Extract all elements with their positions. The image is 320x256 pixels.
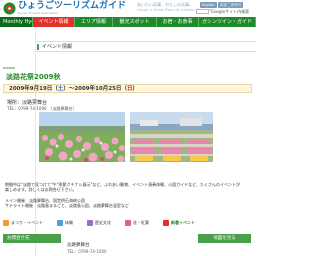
search-input[interactable]: [196, 9, 209, 14]
tag-new-event[interactable]: 新着イベント: [163, 220, 195, 226]
date-middle: ）～2009年10月25日（: [63, 86, 127, 92]
event-photo-flower-field: [39, 112, 125, 162]
site-logo-icon[interactable]: [3, 2, 16, 15]
tag-label: 歴史文化: [95, 220, 111, 225]
contact-tel: TEL：0799-74-1000: [67, 249, 107, 254]
section-title: イベント情報: [42, 44, 73, 50]
tag-label: まつり・イベント: [11, 220, 43, 225]
lang-button-chinese[interactable]: 中文: [218, 2, 229, 8]
nav-lodging-dining[interactable]: お宿・お食事: [157, 17, 199, 27]
tag-label: 体験: [65, 220, 73, 225]
flower-icon: [125, 220, 131, 226]
nav-monthly-hyogo[interactable]: Monthly Hyogo: [0, 17, 33, 27]
event-date-bar: 2009年9月19日（土）～2009年10月25日（日）: [3, 84, 252, 93]
section-header: イベント情報: [36, 41, 256, 52]
site-header: ひょうごツーリズムガイド Hyogo Tourism Association あ…: [0, 0, 256, 17]
contact-label: お問合せ先: [3, 234, 61, 243]
tag-history[interactable]: 歴史文化: [87, 220, 111, 226]
tag-festival[interactable]: まつり・イベント: [3, 220, 43, 226]
site-subtitle: Hyogo Tourism Association: [18, 11, 59, 15]
event-meta: メイン開催 淡路夢舞台、国営明石海峡公園 サテライト開催 淡路島まるごと、淡路島…: [5, 198, 250, 208]
nav-guide[interactable]: ガシンツイン・ガイド: [199, 17, 256, 27]
view-map-button[interactable]: 地図を見る: [198, 234, 251, 243]
search-label[interactable]: Googleサイト内検索: [211, 9, 249, 14]
lang-button-english[interactable]: English: [200, 2, 217, 8]
tag-label: 新着イベント: [171, 220, 195, 225]
site-name[interactable]: ひょうごツーリズムガイド: [18, 1, 126, 11]
date-suffix: ）: [132, 86, 138, 92]
lang-button-korean[interactable]: 한국어: [229, 2, 243, 8]
new-event-icon: [163, 220, 169, 226]
title-decoration: [3, 67, 15, 69]
category-tags: まつり・イベント 体験 歴史文化 花・紅葉 新着イベント: [3, 218, 252, 228]
main-nav: Monthly Hyogo イベント情報 エリア情報 観光スポット お宿・お食事…: [0, 17, 256, 27]
event-title: 淡路花祭2009秋: [6, 73, 61, 81]
section-marker: [37, 44, 39, 50]
history-icon: [87, 220, 93, 226]
tag-label: 花・紅葉: [133, 220, 149, 225]
header-tagline: あいたい兵庫、わたしの兵庫。: [137, 2, 193, 7]
tag-flowers[interactable]: 花・紅葉: [125, 220, 149, 226]
description-line: 楽しめます。詳しくはお問合せ下さい。: [5, 187, 77, 192]
festival-icon: [3, 220, 9, 226]
event-date: 2009年9月19日（土）～2009年10月25日（日）: [9, 85, 138, 93]
date-prefix: 2009年9月19日（: [9, 86, 58, 92]
event-description: 期間中は"淡路で見つけて"や"季節クチナシ展示"など、ふれあい動物、イベント演奏…: [5, 182, 250, 192]
event-photo-garden: [130, 112, 213, 162]
nav-event-info[interactable]: イベント情報: [33, 17, 75, 27]
nav-area-info[interactable]: エリア情報: [75, 17, 113, 27]
meta-satellite-venue: サテライト開催 淡路島まるごと、淡路島公園、淡路夢舞台温室など: [5, 203, 129, 208]
experience-icon: [57, 220, 63, 226]
contact-row: お問合せ先 淡路夢舞台 TEL：0799-74-1000 地図を見る: [3, 234, 252, 256]
tag-experience[interactable]: 体験: [57, 220, 73, 226]
nav-tourist-spots[interactable]: 観光スポット: [113, 17, 157, 27]
